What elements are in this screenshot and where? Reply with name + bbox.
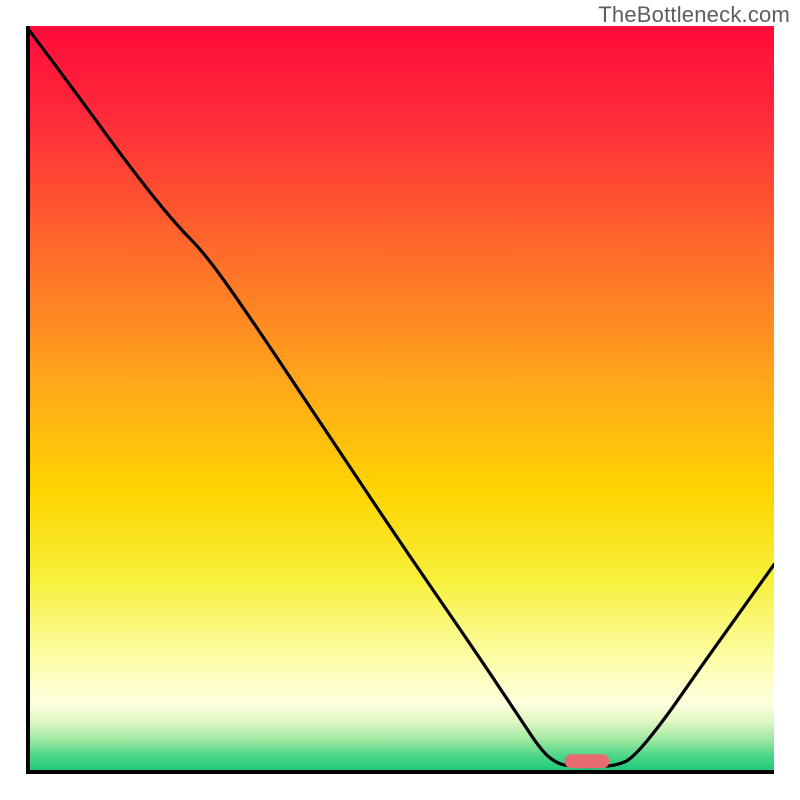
gradient-background bbox=[26, 26, 774, 774]
chart-area bbox=[26, 26, 774, 774]
watermark-text: TheBottleneck.com bbox=[598, 2, 790, 28]
optimal-range-marker bbox=[565, 754, 610, 768]
chart-svg bbox=[26, 26, 774, 774]
